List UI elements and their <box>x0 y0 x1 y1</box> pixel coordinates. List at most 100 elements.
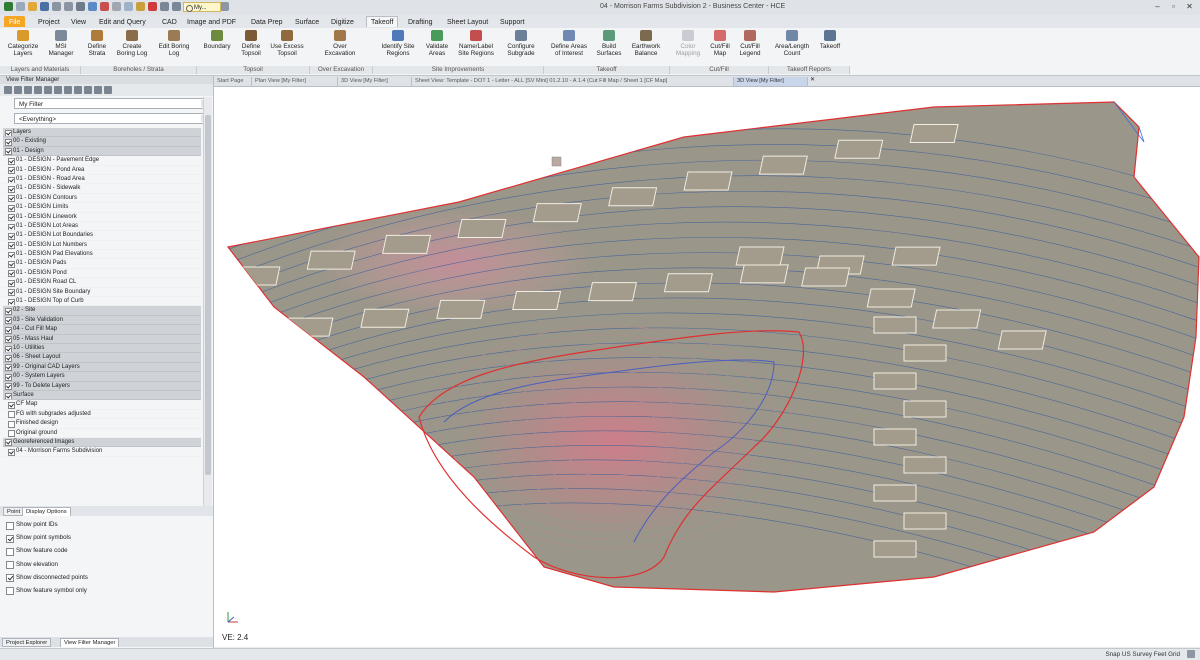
layer-visibility-checkbox[interactable] <box>5 364 12 372</box>
layer-visibility-checkbox[interactable] <box>8 448 15 456</box>
msi-manager-button[interactable]: MSI Manager <box>44 30 78 57</box>
layer-row[interactable]: FG with subgrades adjusted <box>3 410 201 420</box>
filter-help-icon[interactable] <box>84 86 92 94</box>
filter-options-icon[interactable] <box>54 86 62 94</box>
layer-visibility-checkbox[interactable] <box>8 232 15 240</box>
categorize-layers-button[interactable]: Categorize Layers <box>3 30 43 57</box>
layer-row[interactable]: 01 - DESIGN Lot Boundaries <box>3 231 201 241</box>
zoom-icon[interactable] <box>160 2 169 11</box>
point-option-row[interactable]: Show disconnected points <box>3 571 208 584</box>
new-icon[interactable] <box>16 2 25 11</box>
layer-visibility-checkbox[interactable] <box>5 308 12 315</box>
layer-visibility-checkbox[interactable] <box>5 148 12 156</box>
layer-group-row[interactable]: 05 - Mass Haul <box>3 334 201 344</box>
define-topsoil-button[interactable]: Define Topsoil <box>236 30 266 57</box>
layer-visibility-checkbox[interactable] <box>8 251 15 259</box>
tab-view[interactable]: View <box>66 16 91 27</box>
layer-row[interactable]: 01 - DESIGN Lot Numbers <box>3 241 201 251</box>
close-red-icon[interactable] <box>148 2 157 11</box>
app-icon[interactable] <box>4 2 13 11</box>
layer-row[interactable]: 01 - DESIGN Contours <box>3 194 201 204</box>
layer-group-row[interactable]: 03 - Site Validation <box>3 315 201 326</box>
layer-group-row[interactable]: 99 - To Delete Layers <box>3 381 201 391</box>
tab-takeoff[interactable]: Takeoff <box>366 16 399 27</box>
layer-row[interactable]: 01 - DESIGN Limits <box>3 203 201 213</box>
layer-visibility-checkbox[interactable] <box>8 430 15 437</box>
layer-group-row[interactable]: 00 - System Layers <box>3 372 201 382</box>
point-option-row[interactable]: Show point symbols <box>3 531 208 544</box>
import-icon[interactable] <box>88 2 97 11</box>
use-excess-topsoil-button[interactable]: Use Excess Topsoil <box>268 30 306 57</box>
layer-visibility-checkbox[interactable] <box>8 261 15 268</box>
point-option-checkbox[interactable] <box>6 521 14 530</box>
status-settings-icon[interactable] <box>1187 650 1195 658</box>
earthwork-balance-button[interactable]: Earthwork Balance <box>626 30 666 57</box>
filter-visible-icon[interactable] <box>44 86 52 94</box>
cut-fill-map-button[interactable]: Cut/Fill Map <box>706 30 734 57</box>
layer-visibility-checkbox[interactable] <box>5 392 12 400</box>
layer-group-row[interactable]: 00 - Existing <box>3 137 201 147</box>
filter-end-icon[interactable] <box>104 86 112 94</box>
layer-row[interactable]: 04 - Morrison Farms Subdivision <box>3 447 201 457</box>
filter-scope-select[interactable]: <Everything>▼ <box>14 113 211 124</box>
filter-select[interactable]: My Filter▼ <box>14 98 211 109</box>
name-label-site-regions-button[interactable]: Name/Label Site Regions <box>454 30 498 57</box>
layer-row[interactable]: 01 - DESIGN Lot Areas <box>3 222 201 232</box>
layer-row[interactable]: 01 - DESIGN Pad Elevations <box>3 250 201 260</box>
select-icon[interactable] <box>124 2 133 11</box>
layer-visibility-checkbox[interactable] <box>8 214 15 221</box>
tab-project-explorer[interactable]: Project Explorer <box>2 638 52 647</box>
edit-boring-log-button[interactable]: Edit Boring Log <box>154 30 194 57</box>
layer-visibility-checkbox[interactable] <box>8 185 15 193</box>
point-option-row[interactable]: Show point IDs <box>3 518 208 531</box>
export-icon[interactable] <box>100 2 109 11</box>
define-areas-of-interest-button[interactable]: Define Areas of Interest <box>546 30 592 57</box>
doc-tab-start-page[interactable]: Start Page <box>214 77 252 86</box>
identify-site-regions-button[interactable]: Identify Site Regions <box>376 30 420 57</box>
layer-visibility-checkbox[interactable] <box>8 242 15 250</box>
point-option-row[interactable]: Show feature code <box>3 544 208 557</box>
layer-row[interactable]: 01 - DESIGN Pads <box>3 259 201 269</box>
tab-display-options[interactable]: Display Options <box>22 507 71 516</box>
undo-icon[interactable] <box>52 2 61 11</box>
layer-visibility-checkbox[interactable] <box>8 420 15 428</box>
tab-surface[interactable]: Surface <box>290 16 324 27</box>
new-filter-icon[interactable] <box>4 86 12 94</box>
doc-tab-3d-view-2[interactable]: 3D View [My Filter] <box>734 77 808 86</box>
layer-group-row[interactable]: Georeferenced Images <box>3 437 201 448</box>
layer-row[interactable]: 01 - DESIGN Pond <box>3 269 201 279</box>
layer-visibility-checkbox[interactable] <box>8 411 15 419</box>
configure-subgrade-button[interactable]: Configure Subgrade <box>502 30 540 57</box>
layer-group-row[interactable]: Surface <box>3 390 201 401</box>
boundary-button[interactable]: Boundary <box>200 30 234 50</box>
layer-group-row[interactable]: Layers <box>3 128 201 138</box>
scrollbar-thumb[interactable] <box>205 115 211 475</box>
filter-icon[interactable] <box>220 2 229 11</box>
validate-areas-button[interactable]: Validate Areas <box>422 30 452 57</box>
save-icon[interactable] <box>40 2 49 11</box>
layer-group-row[interactable]: 99 - Original CAD Layers <box>3 362 201 373</box>
layer-group-row[interactable]: 01 - Design <box>3 146 201 157</box>
maximize-icon[interactable]: ▫ <box>1168 2 1179 12</box>
doc-tab-3d-view-1[interactable]: 3D View [My Filter] <box>338 77 412 86</box>
tab-view-filter-manager[interactable]: View Filter Manager <box>60 638 120 647</box>
point-option-row[interactable]: Show elevation <box>3 558 208 571</box>
redo-icon[interactable] <box>64 2 73 11</box>
takeoff-button[interactable]: Takeoff <box>816 30 844 50</box>
copy-filter-icon[interactable] <box>14 86 22 94</box>
open-icon[interactable] <box>28 2 37 11</box>
layer-row[interactable]: Finished design <box>3 419 201 429</box>
point-option-checkbox[interactable] <box>6 534 14 543</box>
pan-icon[interactable] <box>172 2 181 11</box>
layer-visibility-checkbox[interactable] <box>5 336 12 343</box>
layer-visibility-checkbox[interactable] <box>8 195 15 203</box>
doc-tab-sheet-view[interactable]: Sheet View: Template - DOT 1 - Letter - … <box>412 77 734 86</box>
point-option-checkbox[interactable] <box>6 561 14 570</box>
layer-visibility-checkbox[interactable] <box>5 345 12 353</box>
tab-image-and-pdf[interactable]: Image and PDF <box>182 16 241 27</box>
filter-refresh-icon[interactable] <box>64 86 72 94</box>
layer-row[interactable]: Original ground <box>3 429 201 438</box>
layer-row[interactable]: 01 - DESIGN Top of Curb <box>3 297 201 307</box>
layer-visibility-checkbox[interactable] <box>8 279 15 287</box>
tab-data-prep[interactable]: Data Prep <box>246 16 288 27</box>
